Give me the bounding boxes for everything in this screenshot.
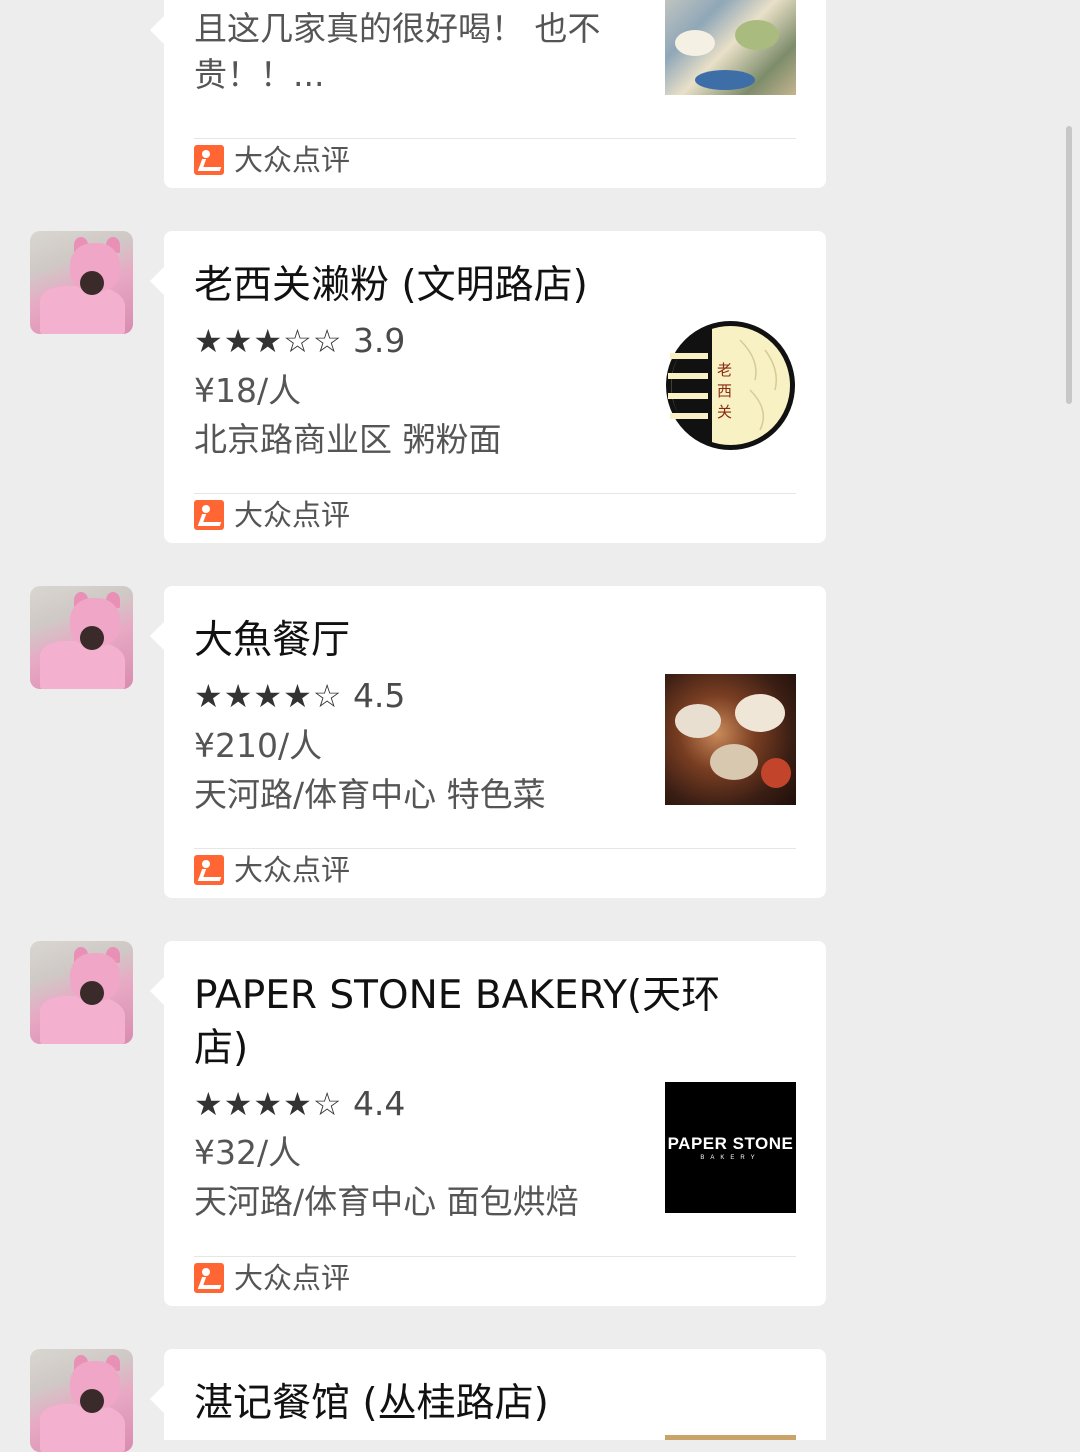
restaurant-title: 大魚餐厅 <box>194 618 351 663</box>
price-per-person: ¥32/人 <box>194 1133 302 1172</box>
dianping-logo-icon <box>194 500 224 530</box>
avatar[interactable] <box>30 586 133 689</box>
price-per-person: ¥18/人 <box>194 371 302 410</box>
dianping-logo-icon <box>194 145 224 175</box>
card-divider <box>194 848 796 849</box>
dianping-source[interactable]: 大众点评 <box>194 497 350 533</box>
message-card-top[interactable]: 且这几家真的很好喝！ 也不 贵！！... 大众点评 <box>164 0 826 188</box>
rating: ★★★★☆ 4.4 <box>194 1084 405 1124</box>
source-label: 大众点评 <box>234 498 351 532</box>
dianping-logo-icon <box>194 1263 224 1293</box>
star-rating-icon: ★★★★☆ <box>194 677 343 715</box>
restaurant-card[interactable]: 湛记餐馆 (丛桂路店) <box>164 1349 826 1440</box>
card-divider <box>194 1256 796 1257</box>
dianping-logo-icon <box>194 855 224 885</box>
restaurant-title: 湛记餐馆 (丛桂路店) <box>194 1381 549 1426</box>
restaurant-photo <box>665 674 796 805</box>
logo-subtext: BAKERY <box>700 1155 761 1161</box>
area-category: 天河路/体育中心 特色菜 <box>194 775 546 814</box>
avatar[interactable] <box>30 941 133 1044</box>
restaurant-title: 老西关濑粉 (文明路店) <box>194 263 588 308</box>
rating: ★★★☆☆ 3.9 <box>194 321 405 361</box>
logo-text: PAPER STONE <box>667 1134 794 1153</box>
dianping-source[interactable]: 大众点评 <box>194 142 350 178</box>
rating: ★★★★☆ 4.5 <box>194 676 405 716</box>
restaurant-photo <box>665 1435 796 1440</box>
star-rating-icon: ★★★☆☆ <box>194 322 343 360</box>
source-label: 大众点评 <box>234 143 351 177</box>
source-label: 大众点评 <box>234 853 351 887</box>
source-label: 大众点评 <box>234 1261 351 1295</box>
dessert-thumbnail <box>665 0 796 95</box>
restaurant-card[interactable]: 大魚餐厅 ★★★★☆ 4.5 ¥210/人 天河路/体育中心 特色菜 大众点评 <box>164 586 826 898</box>
avatar[interactable] <box>30 231 133 334</box>
restaurant-card[interactable]: PAPER STONE BAKERY(天环店) ★★★★☆ 4.4 ¥32/人 … <box>164 941 826 1306</box>
restaurant-card[interactable]: 老西关濑粉 (文明路店) ★★★☆☆ 3.9 ¥18/人 北京路商业区 粥粉面 … <box>164 231 826 543</box>
rating-value: 4.4 <box>352 1084 406 1123</box>
logo-text: 老西关 <box>717 361 733 421</box>
restaurant-logo: 老西关 <box>665 320 796 451</box>
restaurant-logo: PAPER STONE BAKERY <box>665 1082 796 1213</box>
avatar[interactable] <box>30 1349 133 1452</box>
rating-value: 4.5 <box>352 676 406 715</box>
restaurant-title: PAPER STONE BAKERY(天环店) <box>194 973 721 1071</box>
area-category: 天河路/体育中心 面包烘焙 <box>194 1182 579 1221</box>
area-category: 北京路商业区 粥粉面 <box>194 420 502 459</box>
star-rating-icon: ★★★★☆ <box>194 1085 343 1123</box>
card-divider <box>194 493 796 494</box>
dianping-source[interactable]: 大众点评 <box>194 1260 350 1296</box>
card-divider <box>194 138 796 139</box>
scrollbar[interactable] <box>1066 126 1072 404</box>
dianping-source[interactable]: 大众点评 <box>194 852 350 888</box>
rating-value: 3.9 <box>352 321 406 360</box>
price-per-person: ¥210/人 <box>194 726 323 765</box>
snippet-text: 且这几家真的很好喝！ 也不 贵！！... <box>194 9 601 94</box>
